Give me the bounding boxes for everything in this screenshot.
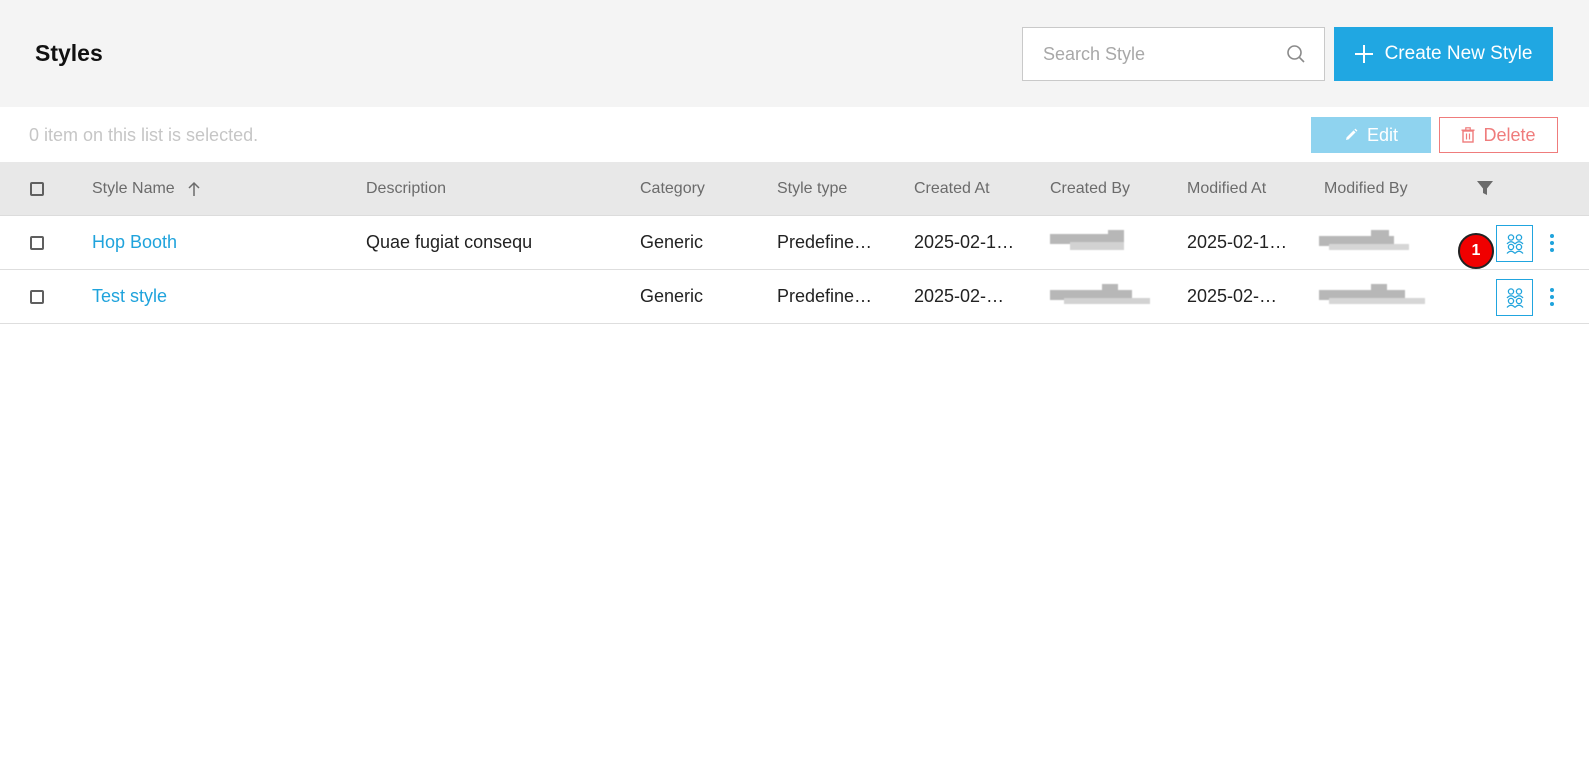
- column-header-description[interactable]: Description: [366, 180, 446, 198]
- modified-by-redacted: [1319, 230, 1419, 254]
- page-title: Styles: [35, 40, 103, 66]
- users-group-icon: [1506, 233, 1523, 254]
- category-cell: Generic: [640, 286, 704, 306]
- description-cell: Quae fugiat consequ: [366, 232, 533, 252]
- modified-at-cell: 2025-02-1…: [1187, 232, 1288, 252]
- column-header-style-name[interactable]: Style Name: [92, 180, 175, 198]
- column-header-category[interactable]: Category: [640, 180, 705, 198]
- filter-icon[interactable]: [1476, 179, 1494, 197]
- created-by-redacted: [1050, 284, 1150, 308]
- column-header-created-at[interactable]: Created At: [914, 180, 990, 198]
- column-header-created-by[interactable]: Created By: [1050, 180, 1130, 198]
- page-header: Styles Create New Style: [0, 0, 1589, 107]
- row-more-options-button[interactable]: [1545, 230, 1559, 256]
- table-row[interactable]: Hop Booth Quae fugiat consequ Generic Pr…: [0, 216, 1589, 270]
- created-at-cell: 2025-02-…: [914, 286, 1005, 306]
- trash-icon: [1461, 127, 1475, 143]
- select-all-checkbox[interactable]: [30, 182, 44, 196]
- table-header: Style Name Description Category Style ty…: [0, 162, 1589, 216]
- column-header-modified-by[interactable]: Modified By: [1324, 180, 1408, 198]
- delete-label: Delete: [1483, 124, 1536, 145]
- modified-at-cell: 2025-02-…: [1187, 286, 1278, 306]
- users-group-icon: [1506, 287, 1523, 308]
- modified-by-redacted: [1319, 284, 1427, 308]
- annotation-badge: 1: [1458, 233, 1494, 269]
- delete-button[interactable]: Delete: [1439, 117, 1558, 153]
- assign-groups-button[interactable]: [1496, 279, 1533, 316]
- row-checkbox[interactable]: [30, 290, 44, 304]
- category-cell: Generic: [640, 232, 704, 252]
- created-by-redacted: [1050, 230, 1142, 254]
- table-row[interactable]: Test style Generic Predefine… 2025-02-… …: [0, 270, 1589, 324]
- create-new-style-button[interactable]: Create New Style: [1334, 27, 1553, 81]
- row-checkbox[interactable]: [30, 236, 44, 250]
- row-more-options-button[interactable]: [1545, 284, 1559, 310]
- created-at-cell: 2025-02-1…: [914, 232, 1015, 252]
- style-name-link[interactable]: Hop Booth: [92, 232, 352, 253]
- pencil-icon: [1345, 128, 1358, 140]
- more-vertical-icon: [1550, 234, 1554, 238]
- style-type-cell: Predefine…: [777, 286, 873, 306]
- selection-status: 0 item on this list is selected.: [29, 125, 259, 145]
- edit-button[interactable]: Edit: [1311, 117, 1431, 153]
- search-box[interactable]: [1022, 27, 1325, 81]
- column-header-style-type[interactable]: Style type: [777, 180, 847, 198]
- more-vertical-icon: [1550, 288, 1554, 292]
- search-icon[interactable]: [1286, 44, 1306, 64]
- edit-label: Edit: [1366, 124, 1399, 145]
- plus-icon: [1354, 45, 1373, 63]
- assign-groups-button[interactable]: [1496, 225, 1533, 262]
- style-type-cell: Predefine…: [777, 232, 873, 252]
- column-header-modified-at[interactable]: Modified At: [1187, 180, 1266, 198]
- style-name-link[interactable]: Test style: [92, 286, 352, 307]
- sort-ascending-icon[interactable]: [187, 180, 201, 198]
- search-input[interactable]: [1023, 28, 1273, 80]
- create-new-style-label: Create New Style: [1384, 43, 1533, 64]
